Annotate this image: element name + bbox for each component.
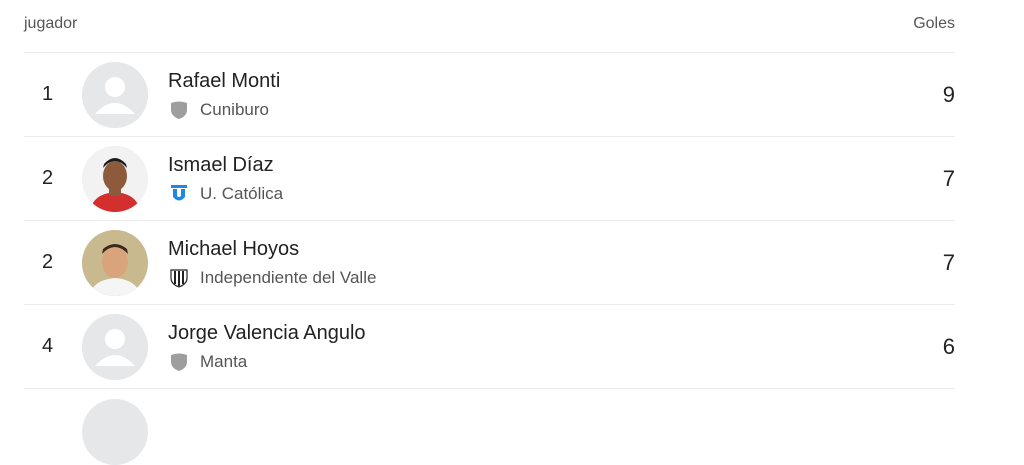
goals-count: 9: [942, 81, 955, 107]
player-name[interactable]: Jorge Valencia Angulo: [168, 321, 895, 345]
avatar-placeholder: [82, 399, 148, 465]
player-photo: [82, 145, 148, 212]
goals-count: 7: [942, 165, 955, 191]
player-name[interactable]: Rafael Monti: [168, 69, 895, 93]
rank: 2: [42, 167, 54, 189]
team-name[interactable]: Manta: [200, 352, 247, 372]
player-photo: [82, 229, 148, 296]
rank: 4: [42, 335, 54, 357]
player-column-header: jugador: [24, 15, 78, 32]
table-header: jugador Goles: [24, 0, 955, 53]
avatar-placeholder: [82, 61, 148, 128]
table-row[interactable]: 2 Ismael Díaz U. Católica 7: [24, 137, 955, 221]
goals-count: 7: [942, 249, 955, 275]
player-name[interactable]: Michael Hoyos: [168, 237, 895, 261]
team-name[interactable]: U. Católica: [200, 184, 283, 204]
player-name[interactable]: Ismael Díaz: [168, 153, 895, 177]
table-row-partial: [24, 389, 955, 465]
table-row[interactable]: 2 Michael Hoyos Independiente del Valle …: [24, 221, 955, 305]
generic-shield-icon: [168, 99, 190, 121]
rank: 2: [42, 251, 54, 273]
team-name[interactable]: Cuniburo: [200, 100, 269, 120]
u-catolica-crest-icon: [168, 183, 190, 205]
goals-column-header: Goles: [913, 15, 955, 32]
rank: 1: [42, 83, 54, 105]
goals-count: 6: [942, 333, 955, 359]
generic-shield-icon: [168, 351, 190, 373]
independiente-crest-icon: [168, 267, 190, 289]
avatar-placeholder: [82, 313, 148, 380]
team-name[interactable]: Independiente del Valle: [200, 268, 376, 288]
scorers-table: jugador Goles 1 Rafael Monti Cuniburo 9 …: [24, 0, 955, 465]
table-row[interactable]: 4 Jorge Valencia Angulo Manta 6: [24, 305, 955, 389]
table-row[interactable]: 1 Rafael Monti Cuniburo 9: [24, 53, 955, 137]
